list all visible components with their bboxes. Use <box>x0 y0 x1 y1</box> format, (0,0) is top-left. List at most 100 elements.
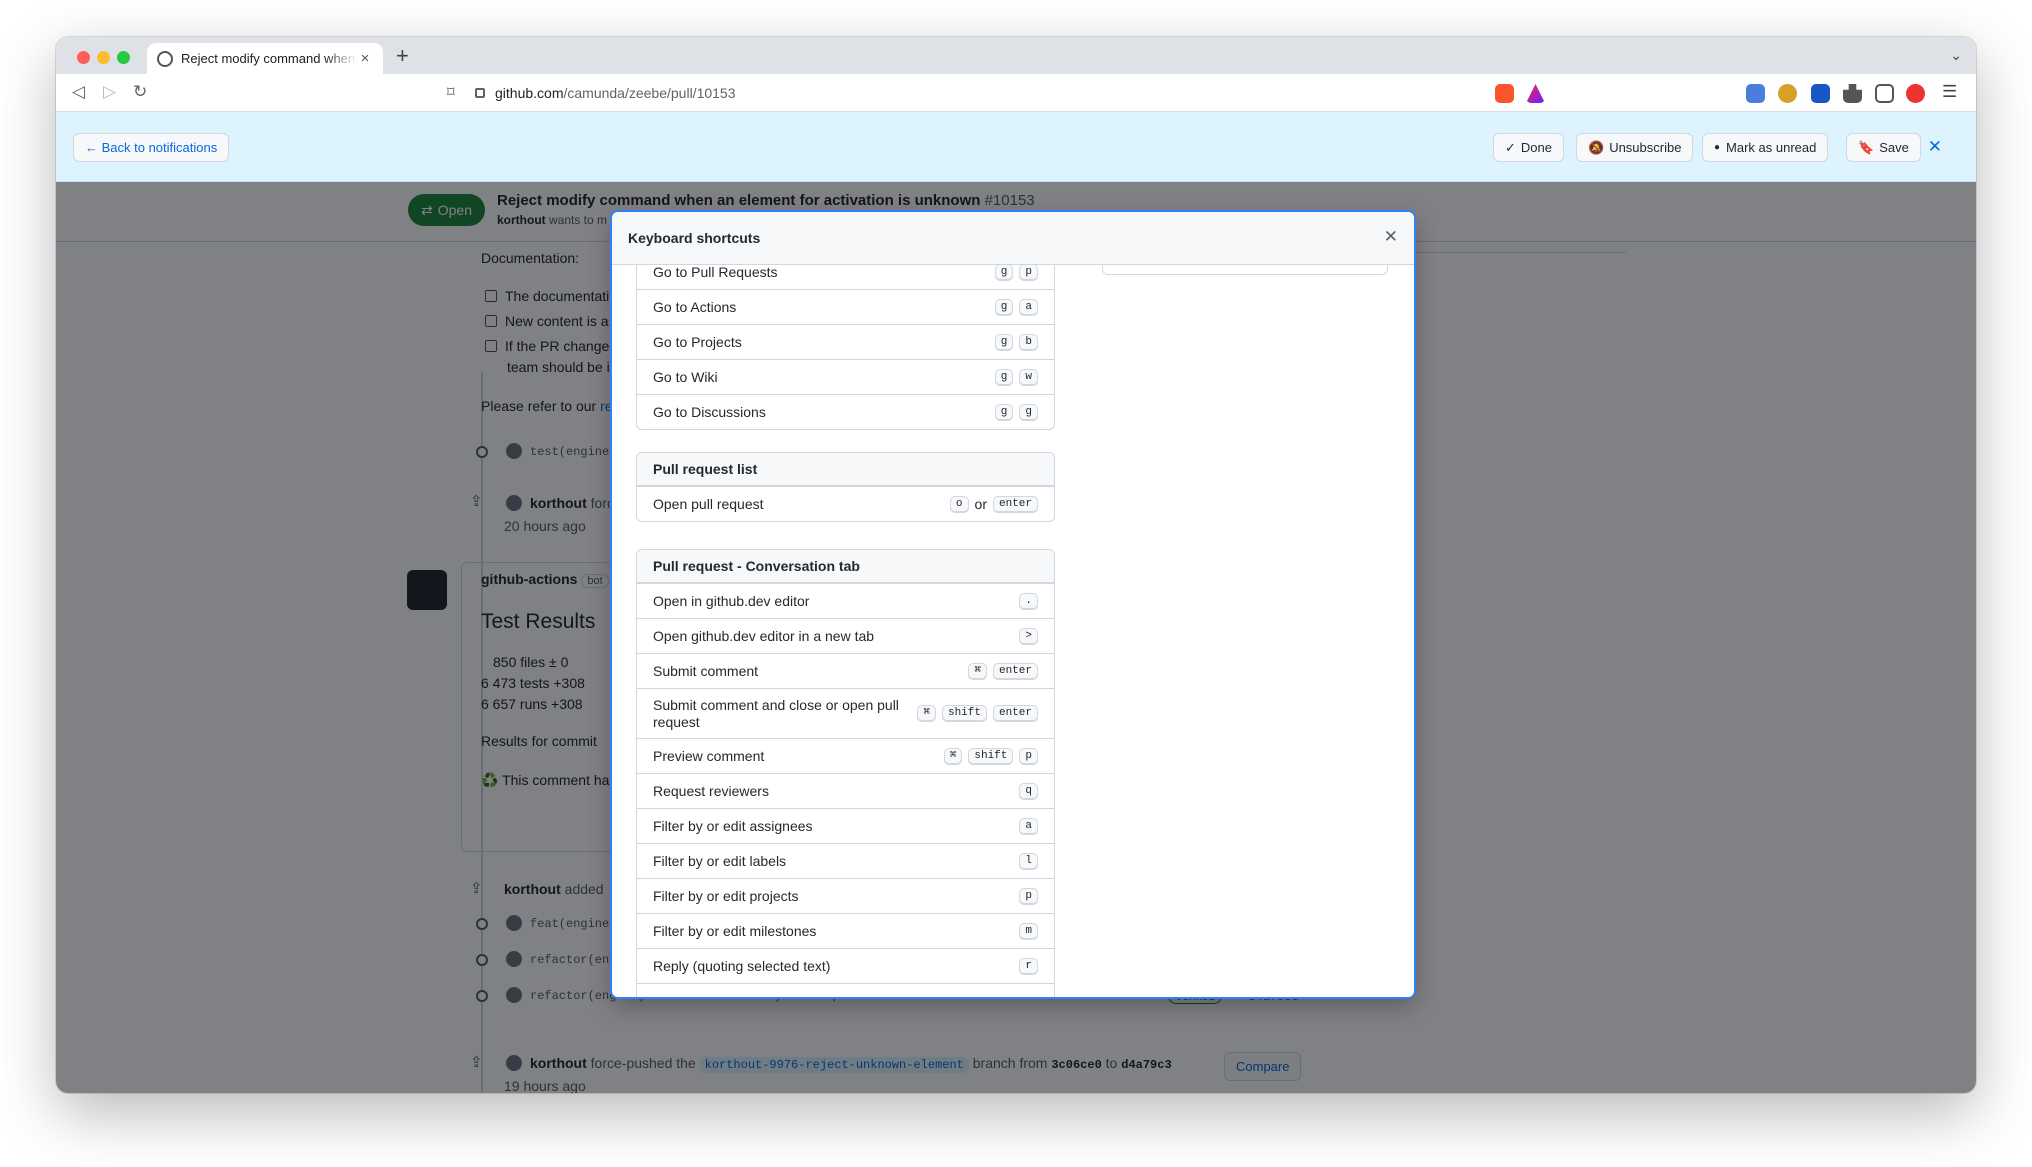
shortcut-label: Open pull request <box>653 495 764 512</box>
notification-bar: ← Back to notifications ✓ Done 🔕 Unsubscri… <box>56 112 1976 182</box>
shortcut-row: Go to Projects g b <box>637 324 1054 359</box>
key: p <box>1019 747 1038 765</box>
minimize-window-icon[interactable] <box>97 51 110 64</box>
mark-unread-label: Mark as unread <box>1726 140 1817 155</box>
profile-avatar[interactable] <box>1906 84 1925 103</box>
shortcut-label: Preview comment <box>653 747 765 764</box>
browser-tab[interactable]: Reject modify command when an element fo… <box>147 43 383 74</box>
extension-icon[interactable] <box>1778 84 1797 103</box>
url-host: github.com <box>495 85 564 101</box>
bookmark-icon: 🔖 <box>1858 139 1875 155</box>
translate-icon[interactable] <box>1746 84 1765 103</box>
tab-title: Reject modify command when an element fo… <box>181 51 357 66</box>
site-shortcuts-group: Go to Pull Requests g p Go to Actions g a Go… <box>636 265 1055 430</box>
key: g <box>994 265 1014 281</box>
back-icon[interactable]: ◁ <box>72 82 85 102</box>
shortcut-row: Go to Discussions g g <box>637 394 1054 429</box>
shortcut-row: Filter by or edit assignees a <box>637 808 1054 843</box>
shortcut-label: Filter by or edit labels <box>653 852 787 869</box>
check-icon: ✓ <box>1505 139 1516 155</box>
github-favicon-icon <box>157 50 173 67</box>
close-tab-icon[interactable]: × <box>357 50 373 67</box>
shortcut-label: Open in github.dev editor <box>653 592 810 609</box>
wallet-icon[interactable] <box>1875 84 1894 103</box>
shortcut-row: Open in github.dev editor. <box>637 583 1054 618</box>
group-title: Pull request - Conversation tab <box>637 550 1054 583</box>
address-bar[interactable]: github.com/camunda/zeebe/pull/10153 <box>475 79 1555 107</box>
browser-toolbar: ◁ ▷ ↻ ⌑ github.com/camunda/zeebe/pull/10… <box>56 74 1976 112</box>
shortcut-row: Go to Actions g a <box>637 289 1054 324</box>
key: . <box>1019 592 1038 610</box>
key: g <box>1019 403 1038 421</box>
key: r <box>1019 957 1038 975</box>
new-tab-icon[interactable]: + <box>396 43 409 69</box>
bookmark-icon[interactable]: ⌑ <box>447 83 455 101</box>
shortcut-label: Open github.dev editor in a new tab <box>653 627 875 644</box>
reload-icon[interactable]: ↻ <box>133 82 147 102</box>
key: enter <box>992 662 1038 680</box>
shortcut-row: Open github.dev editor in a new tab > <box>637 618 1054 653</box>
forward-icon[interactable]: ▷ <box>103 82 116 102</box>
shortcut-row: Submit comment ⌘ enter <box>637 653 1054 688</box>
extension-2-icon[interactable] <box>1811 84 1830 103</box>
unsubscribe-button[interactable]: 🔕 Unsubscribe <box>1576 133 1694 162</box>
menu-icon[interactable]: ☰ <box>1942 82 1957 102</box>
key: p <box>1019 265 1038 281</box>
shortcut-label: Go to Projects <box>653 333 742 350</box>
dialog-title: Keyboard shortcuts <box>628 230 761 246</box>
shortcut-row: Open pull request o or enter <box>637 486 1054 521</box>
zoom-window-icon[interactable] <box>117 51 130 64</box>
shortcut-label: Go to Pull Requests <box>653 265 778 280</box>
lock-icon <box>475 88 485 98</box>
shortcut-row: Go to Wiki g w <box>637 359 1054 394</box>
shortcut-row: Request reviewers q <box>637 773 1054 808</box>
unsubscribe-label: Unsubscribe <box>1609 140 1682 155</box>
right-column-box <box>1102 265 1388 275</box>
shortcut-row: Filter by or edit milestones m <box>637 913 1054 948</box>
pull-request-list-group: Pull request list Open pull request o or en… <box>636 452 1055 522</box>
shortcut-label: Go to Discussions <box>653 403 766 420</box>
shortcut-label: Request reviewers <box>653 782 769 799</box>
tab-strip: Reject modify command when an element fo… <box>56 37 1976 74</box>
back-to-notifications-button[interactable]: ← Back to notifications <box>73 133 230 162</box>
dot-icon: ● <box>1714 142 1721 153</box>
key: enter <box>992 705 1038 722</box>
shortcut-row: Filter by or edit labels l <box>637 843 1054 878</box>
mark-as-unread-button[interactable]: ● Mark as unread <box>1702 133 1829 162</box>
key: ⌘ <box>917 705 936 722</box>
save-label: Save <box>1879 140 1909 155</box>
brave-shields-icon[interactable] <box>1495 84 1514 103</box>
key: a <box>1019 817 1038 835</box>
key: g <box>994 333 1014 351</box>
shortcut-row: Submit comment and close or open pull re… <box>637 688 1054 738</box>
key: b <box>1019 333 1038 351</box>
shortcut-row: Filter by or edit projects p <box>637 878 1054 913</box>
shortcut-label: Go to Wiki <box>653 368 718 385</box>
key: a <box>1019 298 1038 316</box>
close-notification-icon[interactable]: ✕ <box>1928 137 1942 157</box>
close-window-icon[interactable] <box>77 51 90 64</box>
key: ⌘ <box>968 662 987 680</box>
key: q <box>1019 782 1038 800</box>
shortcut-label: Go to Actions <box>653 298 737 315</box>
extensions-puzzle-icon[interactable] <box>1843 84 1862 103</box>
done-label: Done <box>1520 140 1552 155</box>
dialog-body[interactable]: Go to Pull Requests g p Go to Actions g a Go… <box>612 265 1414 997</box>
shortcut-row: Preview comment ⌘ shift p <box>637 738 1054 773</box>
key: g <box>994 298 1014 316</box>
done-button[interactable]: ✓ Done <box>1493 133 1564 162</box>
shortcut-label: Filter by or edit assignees <box>653 817 813 834</box>
save-button[interactable]: 🔖 Save <box>1846 133 1921 162</box>
key: shift <box>941 705 987 722</box>
shortcut-row: Go to Pull Requests g p <box>637 265 1054 289</box>
browser-window: Reject modify command when an element fo… <box>56 37 1976 1093</box>
shortcut-label: Submit comment and close or open pull re… <box>653 696 899 730</box>
close-dialog-icon[interactable]: ✕ <box>1384 227 1398 247</box>
url-path: /camunda/zeebe/pull/10153 <box>563 85 736 101</box>
tab-search-icon[interactable]: ⌄ <box>1950 47 1962 64</box>
key: enter <box>992 495 1038 513</box>
key: g <box>994 368 1014 386</box>
key: p <box>1019 887 1038 905</box>
keyboard-shortcuts-dialog: Keyboard shortcuts ✕ Go to Pull Requests… <box>612 212 1414 997</box>
key: w <box>1019 368 1038 386</box>
